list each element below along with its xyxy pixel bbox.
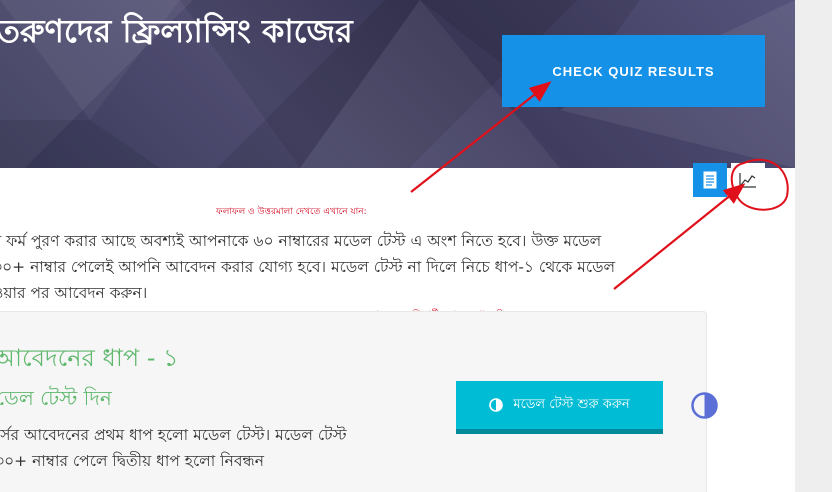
right-gutter	[795, 0, 832, 492]
top-students-chart-button[interactable]	[731, 163, 765, 197]
step-description-line: র্সের আবেদনের প্রথম ধাপ হলো মডেল টেস্ট। …	[0, 426, 347, 444]
document-icon	[703, 171, 717, 189]
intro-line: ন ফর্ম পুরণ করার আছে অবশ্যই আপনাকে ৬০ না…	[0, 232, 602, 250]
check-quiz-results-button[interactable]: CHECK QUIZ RESULTS	[502, 35, 765, 107]
step-subtitle: ডেল টেস্ট দিন	[0, 386, 112, 410]
results-document-button[interactable]	[693, 163, 727, 197]
intro-line: ৩০+ নাম্বার পেলেই আপনি আবেদন করার যোগ্য …	[0, 258, 616, 276]
page-title: তরুণদের ফ্রিল্যান্সিং কাজের	[0, 12, 353, 50]
intro-line: ওয়ার পর আবেদন করুন।	[0, 284, 148, 302]
results-hint-annotation: ফলাফল ও উত্তরমালা দেখতে এখানে যান:	[216, 207, 367, 217]
step-description-line: ৩০+ নাম্বার পেলে দ্বিতীয় ধাপ হলো নিবন্ধ…	[0, 452, 264, 470]
step-title: আবেদনের ধাপ - ১	[0, 344, 179, 372]
start-model-test-button[interactable]: মডেল টেস্ট শুরু করুন	[456, 381, 663, 434]
hero-banner: তরুণদের ফ্রিল্যান্সিং কাজের CHECK QUIZ R…	[0, 0, 795, 168]
chart-icon	[739, 173, 756, 188]
progress-half-circle-icon	[691, 392, 718, 419]
intro-paragraph: ন ফর্ম পুরণ করার আছে অবশ্যই আপনাকে ৬০ না…	[0, 228, 732, 306]
half-circle-icon	[489, 398, 504, 412]
start-model-test-label: মডেল টেস্ট শুরু করুন	[513, 396, 630, 412]
step-description: র্সের আবেদনের প্রথম ধাপ হলো মডেল টেস্ট। …	[0, 422, 434, 474]
